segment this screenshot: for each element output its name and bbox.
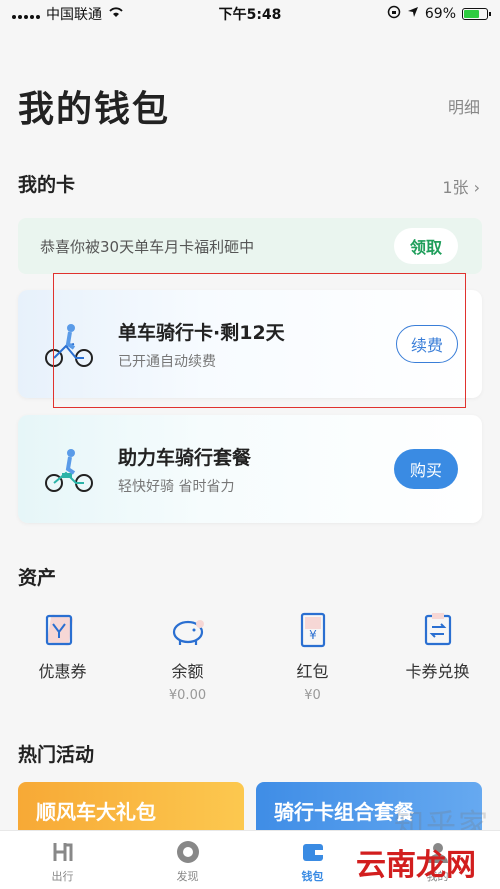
asset-red-packet[interactable]: ¥ 红包 ¥0 — [250, 610, 375, 703]
tab-discover[interactable]: 发现 — [125, 831, 250, 889]
highlight-box — [53, 273, 466, 408]
asset-label: 余额 — [171, 662, 204, 681]
orientation-lock-icon — [387, 5, 401, 23]
assets-section-title: 资产 — [18, 567, 57, 589]
detail-link[interactable]: 明细 — [448, 94, 480, 118]
wifi-icon — [108, 6, 124, 22]
asset-label: 卡券兑换 — [405, 662, 470, 681]
exchange-icon — [418, 610, 458, 650]
tab-label: 钱包 — [301, 870, 324, 883]
tab-label: 出行 — [51, 870, 74, 883]
buy-button[interactable]: 购买 — [393, 449, 458, 489]
watermark-yunnan: 云南龙网 — [356, 848, 476, 883]
piggy-bank-icon — [168, 610, 208, 650]
coupon-icon — [43, 610, 83, 650]
tab-label: 发现 — [176, 870, 199, 883]
claim-button[interactable]: 领取 — [393, 228, 458, 264]
wallet-icon — [300, 839, 326, 865]
signal-icon — [12, 9, 40, 19]
status-bar: 中国联通 下午5:48 69% — [0, 0, 500, 28]
tab-ride[interactable]: 出行 — [0, 831, 125, 889]
red-packet-icon: ¥ — [293, 610, 333, 650]
card-subtitle: 轻快好骑 省时省力 — [118, 478, 235, 495]
promo-text: 恭喜你被30天单车月卡福利砸中 — [40, 237, 255, 256]
location-icon — [407, 6, 419, 22]
assets-grid: 优惠券 余额 ¥0.00 ¥ 红包 ¥0 卡券兑换 — [0, 610, 500, 703]
page-title: 我的钱包 — [18, 89, 171, 130]
asset-exchange[interactable]: 卡券兑换 — [375, 610, 500, 703]
cards-section-title: 我的卡 — [18, 174, 76, 196]
ride-icon — [50, 839, 76, 865]
asset-value: ¥0 — [304, 688, 321, 703]
carrier-label: 中国联通 — [46, 7, 102, 23]
asset-value: ¥0.00 — [168, 688, 207, 703]
activity-ride-share-gift[interactable]: 顺风车大礼包 — [18, 782, 244, 832]
cards-count-link[interactable]: 1张 › — [442, 174, 480, 198]
battery-icon — [462, 8, 491, 20]
asset-label: 红包 — [296, 662, 329, 681]
asset-label: 优惠券 — [38, 662, 87, 681]
discover-icon — [175, 839, 201, 865]
promo-banner[interactable]: 恭喜你被30天单车月卡福利砸中 领取 — [18, 218, 482, 274]
battery-percent: 69% — [424, 6, 456, 22]
card-title: 助力车骑行套餐 — [118, 446, 252, 469]
ebike-card[interactable]: 助力车骑行套餐 轻快好骑 省时省力 购买 — [18, 415, 482, 523]
svg-text:¥: ¥ — [309, 628, 317, 642]
activities-section-title: 热门活动 — [18, 744, 95, 766]
ebike-rider-icon — [44, 443, 96, 495]
asset-coupon[interactable]: 优惠券 — [0, 610, 125, 703]
asset-balance[interactable]: 余额 ¥0.00 — [125, 610, 250, 703]
